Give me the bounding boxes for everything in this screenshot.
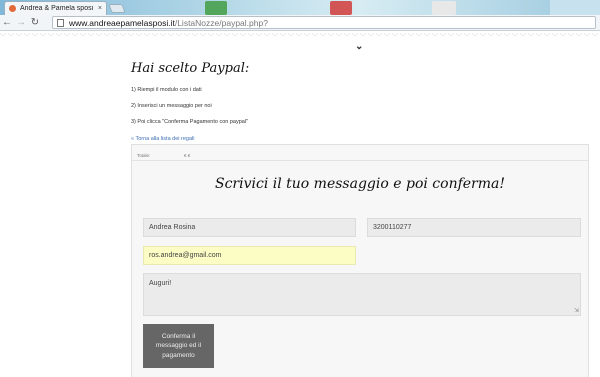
page-icon (57, 18, 64, 27)
instruction-step-1: 1) Riempi il modulo con i dati (131, 87, 202, 93)
total-value: € € (184, 153, 191, 158)
browser-toolbar: ← → ↻ www.andreaepamelasposi.it/ListaNoz… (0, 15, 600, 31)
message-textarea[interactable]: Auguri! ⇲ (143, 273, 581, 316)
chevron-down-icon[interactable]: ⌄ (355, 41, 363, 52)
message-form-panel: Totale: € € Scrivici il tuo messaggio e … (131, 144, 589, 377)
instruction-step-2: 2) Inserisci un messaggio per noi (131, 103, 212, 109)
background-window-decoration (432, 1, 456, 15)
forward-arrow-icon[interactable]: → (14, 16, 28, 30)
total-label: Totale: (137, 153, 151, 158)
name-input[interactable]: Andrea Rosina (143, 218, 356, 237)
background-window-decoration (550, 0, 600, 15)
tab-close-icon[interactable]: × (98, 5, 102, 12)
confirm-payment-button[interactable]: Conferma il messaggio ed il pagamento (143, 324, 214, 368)
background-window-decoration (330, 1, 352, 15)
message-text: Auguri! (149, 280, 172, 287)
url-path: /ListaNozze/paypal.php? (174, 17, 268, 28)
back-arrow-icon[interactable]: ← (0, 16, 14, 30)
browser-tabstrip: Andrea & Pamela sposi × (0, 0, 600, 15)
site-favicon-icon (9, 5, 16, 12)
panel-divider (132, 160, 588, 161)
form-title: Scrivici il tuo messaggio e poi conferma… (215, 176, 505, 192)
tab-title: Andrea & Pamela sposi (20, 5, 94, 12)
back-to-gift-list-link[interactable]: « Torna alla lista dei regali (131, 136, 195, 142)
email-input[interactable]: ros.andrea@gmail.com (143, 246, 356, 265)
url-host: www.andreaepamelasposi.it (69, 17, 175, 28)
background-window-decoration (205, 1, 227, 15)
new-tab-button[interactable] (108, 4, 126, 13)
address-bar[interactable]: www.andreaepamelasposi.it/ListaNozze/pay… (52, 16, 596, 29)
reload-icon[interactable]: ↻ (28, 16, 42, 30)
page-title: Hai scelto Paypal: (131, 61, 250, 76)
phone-input[interactable]: 3200110277 (367, 218, 581, 237)
browser-tab[interactable]: Andrea & Pamela sposi × (4, 1, 107, 15)
decorative-divider (0, 33, 600, 39)
resize-handle-icon[interactable]: ⇲ (574, 307, 579, 314)
instruction-step-3: 3) Poi clicca "Conferma Pagamento con pa… (131, 119, 249, 125)
